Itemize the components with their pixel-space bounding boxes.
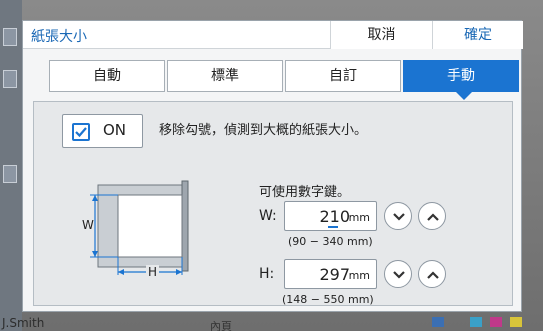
height-input[interactable]: 297 mm [284,259,377,289]
chevron-up-icon [427,271,439,279]
width-unit: mm [348,211,370,224]
width-decrease-button[interactable] [384,202,412,230]
width-value: 210 [319,207,350,226]
height-unit: mm [348,269,370,282]
chevron-up-icon [427,213,439,221]
mode-tabs: 自動 標準 自訂 手動 [49,60,519,92]
background-sidebar [0,0,22,331]
height-value: 297 [319,265,350,284]
paper-tray-diagram-icon: W H [82,179,220,294]
manual-size-panel: ON 移除勾號，偵測到大概的紙張大小。 W H 可使用數字鍵。 W: 210 m… [33,101,513,306]
diagram-h-label: H [146,265,160,279]
confirm-button[interactable]: 確定 [432,21,523,49]
color-swatch-icon [510,317,522,327]
background-thumb-icon [3,165,17,183]
diagram-w-label: W [82,218,94,232]
paper-size-dialog: 紙張大小 取消 確定 自動 標準 自訂 手動 ON 移除勾號，偵測到大概的紙張大… [22,20,523,312]
checkbox-checked-icon [72,123,90,141]
width-label: W: [259,208,277,224]
background-thumb-icon [3,28,17,46]
background-user-name: J.Smith [2,316,45,330]
on-toggle-button[interactable]: ON [62,114,143,148]
chevron-down-icon [393,213,405,221]
color-swatch-icon [432,317,444,327]
tab-standard[interactable]: 標準 [167,60,283,92]
color-swatch-icon [490,317,502,327]
chevron-down-icon [393,271,405,279]
height-range: (148 − 550 mm) [282,293,374,306]
background-thumb-icon [3,70,17,88]
width-input[interactable]: 210 mm [284,201,377,231]
tab-auto[interactable]: 自動 [49,60,165,92]
dialog-title: 紙張大小 [31,29,87,45]
color-swatch-icon [470,317,482,327]
width-increase-button[interactable] [418,202,446,230]
text-cursor [328,226,338,228]
tab-custom[interactable]: 自訂 [285,60,401,92]
background-group-label: 內頁 [210,320,232,331]
height-increase-button[interactable] [418,260,446,288]
dialog-titlebar: 紙張大小 取消 確定 [23,21,523,49]
height-decrease-button[interactable] [384,260,412,288]
height-label: H: [259,266,275,282]
on-toggle-label: ON [103,121,127,139]
width-range: (90 − 340 mm) [288,235,373,248]
tab-manual[interactable]: 手動 [403,60,519,92]
numeric-keys-hint: 可使用數字鍵。 [259,185,351,200]
cancel-button[interactable]: 取消 [330,21,432,49]
detect-instruction: 移除勾號，偵測到大概的紙張大小。 [159,123,368,138]
active-tab-pointer [456,92,472,100]
